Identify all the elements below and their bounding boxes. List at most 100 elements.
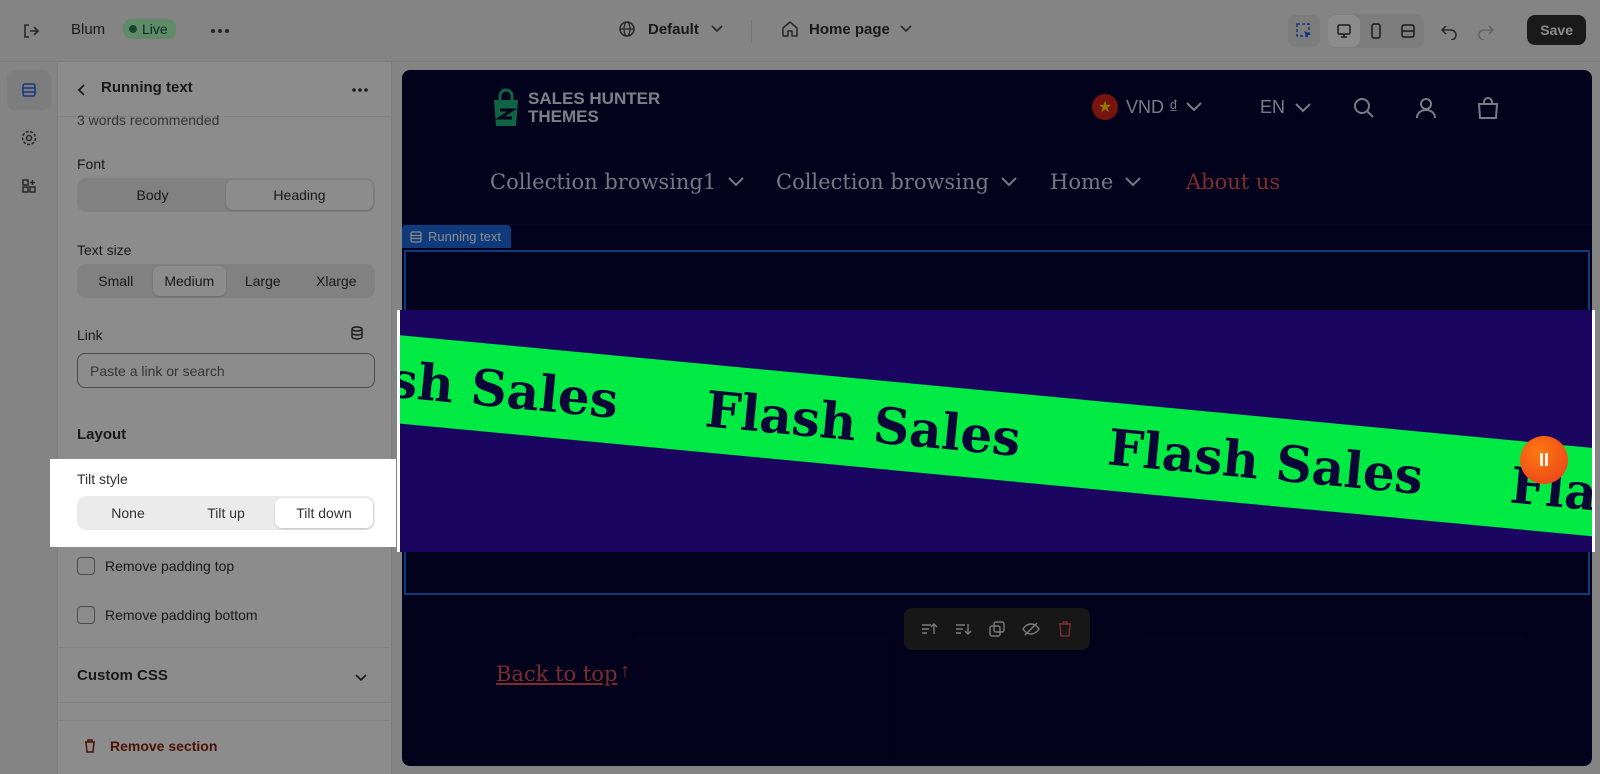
chevron-down-icon[interactable] xyxy=(345,662,377,694)
chevron-down-icon xyxy=(728,177,744,187)
divider xyxy=(58,647,392,648)
chevron-down-icon xyxy=(1295,102,1311,112)
remove-padding-bottom-row[interactable]: Remove padding bottom xyxy=(77,606,258,624)
running-text-section[interactable]: Flash Sales Flash Sales Flash Sales Flas… xyxy=(397,310,1595,552)
globe-icon xyxy=(619,21,635,37)
remove-section-button[interactable]: Remove section xyxy=(82,738,217,754)
currency-selector[interactable]: ★ VND ₫ xyxy=(1092,94,1202,120)
tilt-option-none[interactable]: None xyxy=(79,498,177,528)
trash-icon xyxy=(85,739,95,753)
page-label: Home page xyxy=(809,20,890,38)
divider xyxy=(58,702,392,703)
page-selector[interactable]: Home page xyxy=(781,20,912,38)
remove-padding-top-row[interactable]: Remove padding top xyxy=(77,557,234,575)
divider xyxy=(751,20,752,42)
chevron-down-icon xyxy=(1001,177,1017,187)
left-rail xyxy=(0,62,58,774)
store-logo[interactable]: SALES HUNTER THEMES xyxy=(490,88,660,128)
tilt-style-segmented: None Tilt up Tilt down xyxy=(77,496,375,530)
word-hint: 3 words recommended xyxy=(77,112,220,128)
language-selector[interactable]: EN xyxy=(1260,97,1311,118)
section-tag[interactable]: Running text xyxy=(402,225,511,248)
hide-icon[interactable] xyxy=(1022,620,1040,638)
search-icon[interactable] xyxy=(1348,92,1380,124)
divider xyxy=(58,720,392,721)
nav-link-home[interactable]: Home xyxy=(1050,170,1142,194)
arrow-up-icon: ↑ xyxy=(620,660,630,682)
chevron-down-icon xyxy=(900,25,912,33)
settings-panel: Running text 3 words recommended Font Bo… xyxy=(58,62,392,774)
sections-icon[interactable] xyxy=(7,70,51,110)
back-icon[interactable] xyxy=(66,74,98,106)
redo-icon[interactable] xyxy=(1470,15,1502,47)
tilt-option-down[interactable]: Tilt down xyxy=(275,498,373,528)
live-dot-icon xyxy=(129,25,137,33)
status-badge: Live xyxy=(123,19,176,39)
database-icon[interactable] xyxy=(344,320,370,346)
marquee-item: Flash Sales xyxy=(1105,416,1426,506)
market-selector[interactable]: Default xyxy=(618,20,723,38)
mobile-icon[interactable] xyxy=(1360,15,1392,47)
font-option-body[interactable]: Body xyxy=(79,180,226,210)
apps-icon[interactable] xyxy=(7,166,51,206)
marquee-item: Flash Sales xyxy=(397,340,621,430)
chevron-down-icon xyxy=(1186,102,1202,112)
inspector-select-icon[interactable] xyxy=(1288,15,1320,47)
move-down-icon[interactable] xyxy=(954,620,972,638)
move-up-icon[interactable] xyxy=(920,620,938,638)
panel-header: Running text xyxy=(58,62,392,117)
back-to-top-link[interactable]: Back to top xyxy=(496,662,617,686)
chevron-down-icon xyxy=(1125,177,1142,187)
nav-link-collection-browsing[interactable]: Collection browsing xyxy=(776,170,1017,194)
font-label: Font xyxy=(77,156,106,172)
text-size-segmented: Small Medium Large Xlarge xyxy=(77,264,375,298)
size-option-medium[interactable]: Medium xyxy=(152,266,226,296)
checkbox[interactable] xyxy=(77,606,95,624)
currency-label: VND ₫ xyxy=(1126,96,1179,117)
section-toolbar xyxy=(904,608,1090,650)
more-options-icon[interactable] xyxy=(344,74,376,106)
market-label: Default xyxy=(648,20,699,38)
full-width-icon[interactable] xyxy=(1392,15,1424,47)
tilt-style-highlight: Tilt style None Tilt up Tilt down xyxy=(50,459,396,547)
language-label: EN xyxy=(1260,97,1286,117)
link-input[interactable]: Paste a link or search xyxy=(77,353,375,388)
delete-icon[interactable] xyxy=(1056,620,1074,638)
section-icon xyxy=(410,230,422,243)
font-option-heading[interactable]: Heading xyxy=(226,180,373,210)
pause-button[interactable]: II xyxy=(1520,436,1568,484)
top-bar: Blum Live Default Home page Save xyxy=(0,0,1600,62)
logo-line-2: THEMES xyxy=(528,107,599,126)
save-button[interactable]: Save xyxy=(1527,15,1586,45)
shopping-bag-logo-icon xyxy=(494,88,518,126)
vietnam-flag-icon: ★ xyxy=(1092,94,1118,120)
undo-icon[interactable] xyxy=(1433,15,1465,47)
chevron-down-icon xyxy=(711,25,723,33)
size-option-xlarge[interactable]: Xlarge xyxy=(300,266,374,296)
header-divider xyxy=(402,224,1592,225)
more-options-icon[interactable] xyxy=(204,15,236,47)
nav-link-collection-browsing1[interactable]: Collection browsing1 xyxy=(490,170,744,194)
layout-heading: Layout xyxy=(77,426,127,443)
font-segmented: Body Heading xyxy=(77,178,375,212)
marquee-band: Flash Sales Flash Sales Flash Sales Flas… xyxy=(397,328,1592,548)
tilt-option-up[interactable]: Tilt up xyxy=(177,498,275,528)
nav-link-about-us[interactable]: About us xyxy=(1186,170,1280,194)
cart-icon[interactable] xyxy=(1472,92,1504,124)
desktop-icon[interactable] xyxy=(1328,15,1360,47)
duplicate-icon[interactable] xyxy=(988,620,1006,638)
checkbox[interactable] xyxy=(77,557,95,575)
size-option-small[interactable]: Small xyxy=(79,266,153,296)
tilt-style-label: Tilt style xyxy=(77,471,128,487)
panel-title: Running text xyxy=(101,79,193,96)
exit-icon[interactable] xyxy=(15,15,47,47)
theme-name: Blum xyxy=(71,21,106,38)
custom-css-heading[interactable]: Custom CSS xyxy=(77,667,168,684)
text-size-label: Text size xyxy=(77,242,132,258)
home-icon xyxy=(782,21,798,37)
account-icon[interactable] xyxy=(1410,92,1442,124)
marquee-item: Flash Sales xyxy=(702,378,1024,468)
logo-line-1: SALES HUNTER xyxy=(528,89,661,108)
size-option-large[interactable]: Large xyxy=(226,266,300,296)
settings-gear-icon[interactable] xyxy=(7,118,51,158)
